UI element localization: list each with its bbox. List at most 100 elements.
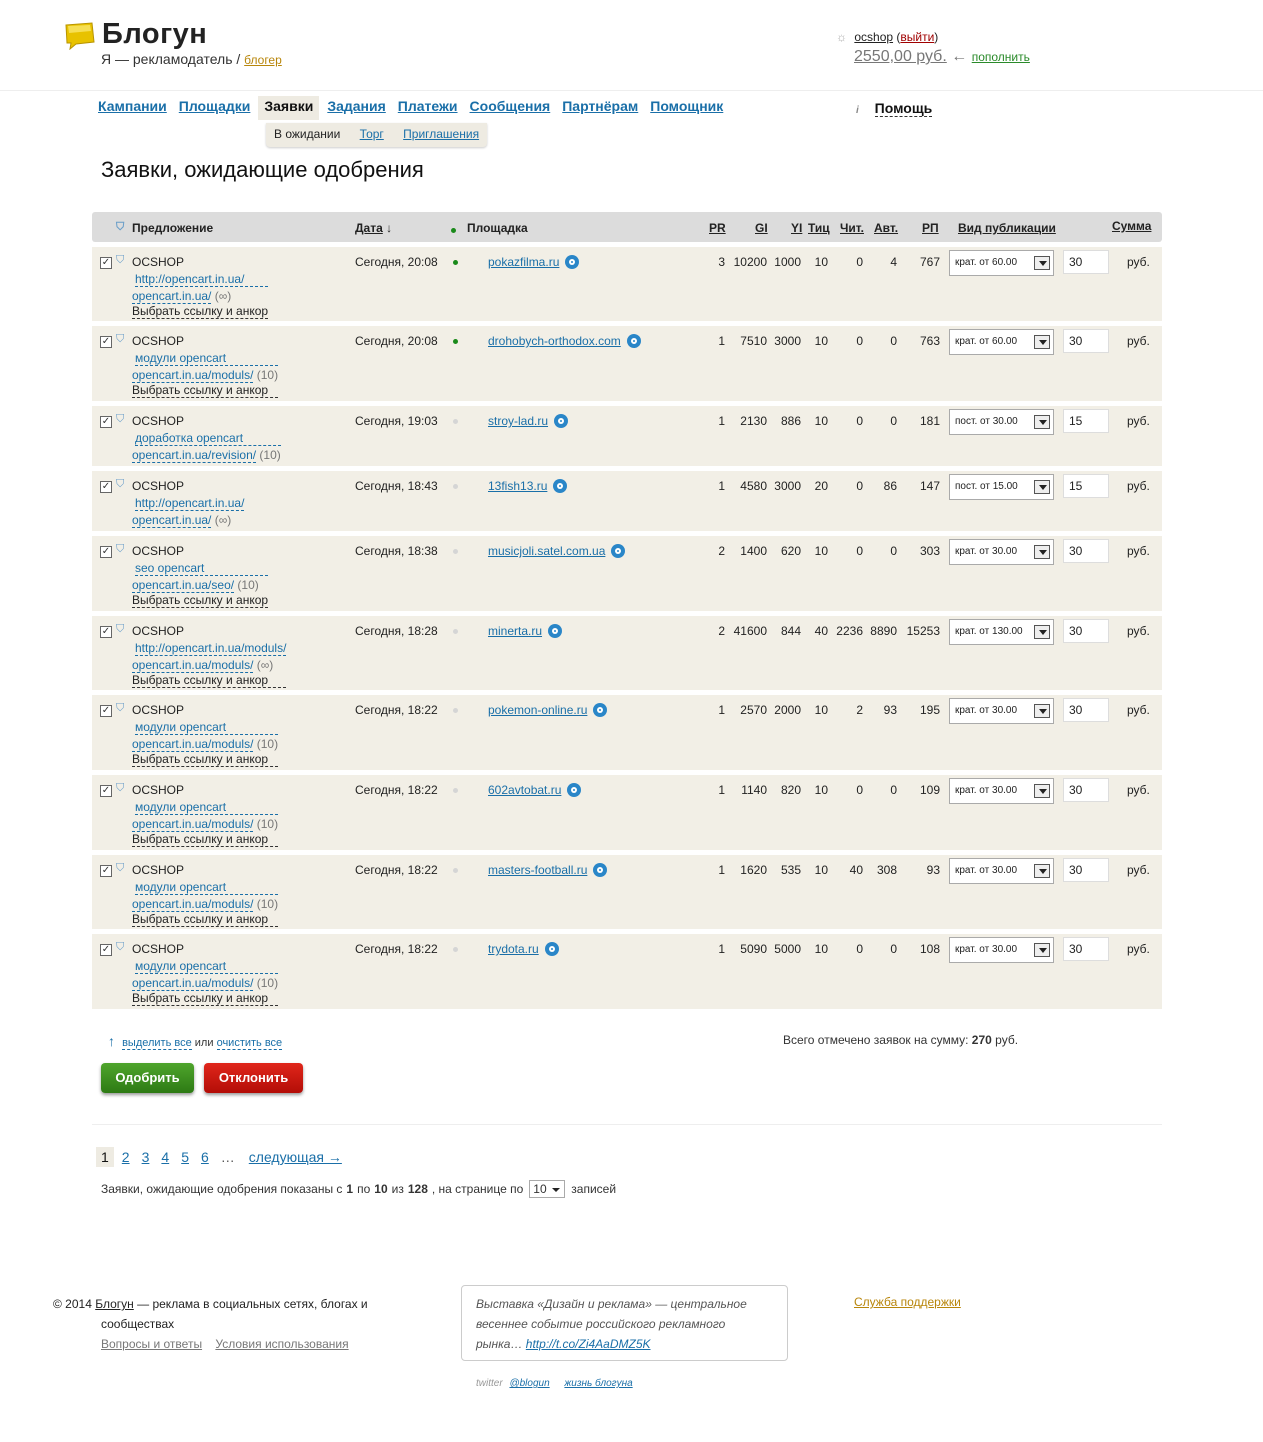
sum-input[interactable]: 30 (1063, 250, 1109, 274)
logout-link[interactable]: выйти (900, 30, 934, 44)
offer-anchor-link[interactable]: http://opencart.in.ua/moduls/ (135, 641, 287, 656)
site-link[interactable]: trydota.ru (488, 942, 539, 956)
row-checkbox[interactable]: ✓ (100, 865, 112, 877)
offer-anchor-link[interactable]: доработка opencart (135, 431, 281, 446)
offer-anchor-link[interactable]: модули opencart (135, 880, 279, 895)
choose-link-anchor[interactable]: Выбрать ссылку и анкор (132, 383, 279, 398)
help-link[interactable]: i Помощь (856, 100, 933, 117)
chevron-down-icon[interactable] (1034, 943, 1050, 957)
offer-anchor-link[interactable]: модули opencart (135, 720, 279, 735)
balance[interactable]: 2550,00 руб. (854, 48, 947, 65)
site-link[interactable]: pokemon-online.ru (488, 703, 587, 717)
offer-url-link[interactable]: opencart.in.ua/moduls/ (132, 897, 254, 912)
publication-type-select[interactable]: крат. от 30.00 (949, 937, 1054, 963)
site-link[interactable]: minerta.ru (488, 624, 542, 638)
sum-input[interactable]: 30 (1063, 858, 1109, 882)
sum-input[interactable]: 15 (1063, 409, 1109, 433)
eye-icon[interactable] (593, 703, 608, 717)
page-link[interactable]: 5 (181, 1149, 189, 1165)
faq-link[interactable]: Вопросы и ответы (101, 1337, 202, 1351)
eye-icon[interactable] (593, 863, 608, 877)
choose-link-anchor[interactable]: Выбрать ссылку и анкор (132, 912, 279, 927)
sum-input[interactable]: 30 (1063, 539, 1109, 563)
choose-link-anchor[interactable]: Выбрать ссылку и анкор (132, 673, 287, 688)
publication-type-select[interactable]: крат. от 30.00 (949, 698, 1054, 724)
row-checkbox[interactable]: ✓ (100, 546, 112, 558)
site-link[interactable]: musicjoli.satel.com.ua (488, 544, 605, 558)
offer-url-link[interactable]: opencart.in.ua/ (132, 513, 212, 528)
site-link[interactable]: 13fish13.ru (488, 479, 547, 493)
publication-type-select[interactable]: крат. от 130.00 (949, 619, 1054, 645)
offer-url-link[interactable]: opencart.in.ua/moduls/ (132, 368, 254, 383)
sum-input[interactable]: 15 (1063, 474, 1109, 498)
row-checkbox[interactable]: ✓ (100, 944, 112, 956)
twitter-handle-link[interactable]: @blogun (509, 1378, 549, 1389)
col-pub-type[interactable]: Вид публикации (958, 221, 1056, 235)
offer-url-link[interactable]: opencart.in.ua/ (132, 289, 212, 304)
offer-url-link[interactable]: opencart.in.ua/seo/ (132, 578, 235, 593)
col-tic[interactable]: Тиц (808, 221, 830, 235)
page-link[interactable]: 3 (142, 1149, 150, 1165)
offer-anchor-link[interactable]: seo opencart (135, 561, 269, 576)
offer-anchor-link[interactable]: модули opencart (135, 800, 279, 815)
publication-type-select[interactable]: крат. от 60.00 (949, 250, 1054, 276)
sum-input[interactable]: 30 (1063, 698, 1109, 722)
footer-brand-link[interactable]: Блогун (95, 1297, 134, 1311)
blog-life-link[interactable]: жизнь блогуна (564, 1378, 632, 1389)
publication-type-select[interactable]: пост. от 30.00 (949, 409, 1054, 435)
col-gi[interactable]: GI (755, 221, 768, 235)
col-authors[interactable]: Авт. (874, 221, 898, 235)
eye-icon[interactable] (553, 479, 568, 493)
offer-url-link[interactable]: opencart.in.ua/moduls/ (132, 658, 254, 673)
chevron-down-icon[interactable] (1034, 415, 1050, 429)
offer-url-link[interactable]: opencart.in.ua/moduls/ (132, 737, 254, 752)
subnav-invitations[interactable]: Приглашения (403, 127, 479, 141)
site-link[interactable]: masters-football.ru (488, 863, 587, 877)
row-checkbox[interactable]: ✓ (100, 257, 112, 269)
nav-sites[interactable]: Площадки (179, 96, 251, 114)
page-link[interactable]: 4 (161, 1149, 169, 1165)
approve-button[interactable]: Одобрить (101, 1063, 194, 1093)
chevron-down-icon[interactable] (1034, 704, 1050, 718)
col-yi[interactable]: YI (791, 221, 802, 235)
choose-link-anchor[interactable]: Выбрать ссылку и анкор (132, 304, 269, 319)
page-link[interactable]: 6 (201, 1149, 209, 1165)
chevron-down-icon[interactable] (1034, 256, 1050, 270)
row-checkbox[interactable]: ✓ (100, 785, 112, 797)
offer-url-link[interactable]: opencart.in.ua/revision/ (132, 448, 257, 463)
chevron-down-icon[interactable] (1034, 864, 1050, 878)
chevron-down-icon[interactable] (1034, 335, 1050, 349)
nav-campaigns[interactable]: Кампании (98, 96, 167, 114)
offer-anchor-link[interactable]: модули opencart (135, 351, 279, 366)
offer-anchor-link[interactable]: http://opencart.in.ua/ (135, 272, 269, 287)
eye-icon[interactable] (565, 255, 580, 269)
next-page-link[interactable]: следующая → (249, 1149, 342, 1165)
site-link[interactable]: 602avtobat.ru (488, 783, 561, 797)
publication-type-select[interactable]: крат. от 60.00 (949, 329, 1054, 355)
row-checkbox[interactable]: ✓ (100, 336, 112, 348)
page-link[interactable]: 2 (122, 1149, 130, 1165)
col-sum[interactable]: Сумма (1112, 219, 1151, 233)
chevron-down-icon[interactable] (1034, 784, 1050, 798)
role-blogger-link[interactable]: блогер (244, 53, 282, 67)
per-page-select[interactable]: 10 (529, 1180, 566, 1198)
chevron-down-icon[interactable] (1034, 480, 1050, 494)
topup-link[interactable]: пополнить (972, 50, 1030, 64)
sum-input[interactable]: 30 (1063, 937, 1109, 961)
tweet-link[interactable]: http://t.co/Zi4AaDMZ5K (526, 1337, 651, 1351)
choose-link-anchor[interactable]: Выбрать ссылку и анкор (132, 752, 279, 767)
eye-icon[interactable] (626, 334, 641, 348)
eye-icon[interactable] (544, 942, 559, 956)
terms-link[interactable]: Условия использования (215, 1337, 348, 1351)
sum-input[interactable]: 30 (1063, 778, 1109, 802)
gear-icon[interactable]: ☼ (836, 30, 847, 44)
subnav-bargain[interactable]: Торг (360, 127, 384, 141)
col-rp[interactable]: РП (922, 221, 939, 235)
reject-button[interactable]: Отклонить (204, 1063, 303, 1093)
publication-type-select[interactable]: пост. от 15.00 (949, 474, 1054, 500)
row-checkbox[interactable]: ✓ (100, 416, 112, 428)
choose-link-anchor[interactable]: Выбрать ссылку и анкор (132, 593, 269, 608)
logo[interactable]: Блогун (64, 18, 207, 51)
site-link[interactable]: stroy-lad.ru (488, 414, 548, 428)
sum-input[interactable]: 30 (1063, 329, 1109, 353)
